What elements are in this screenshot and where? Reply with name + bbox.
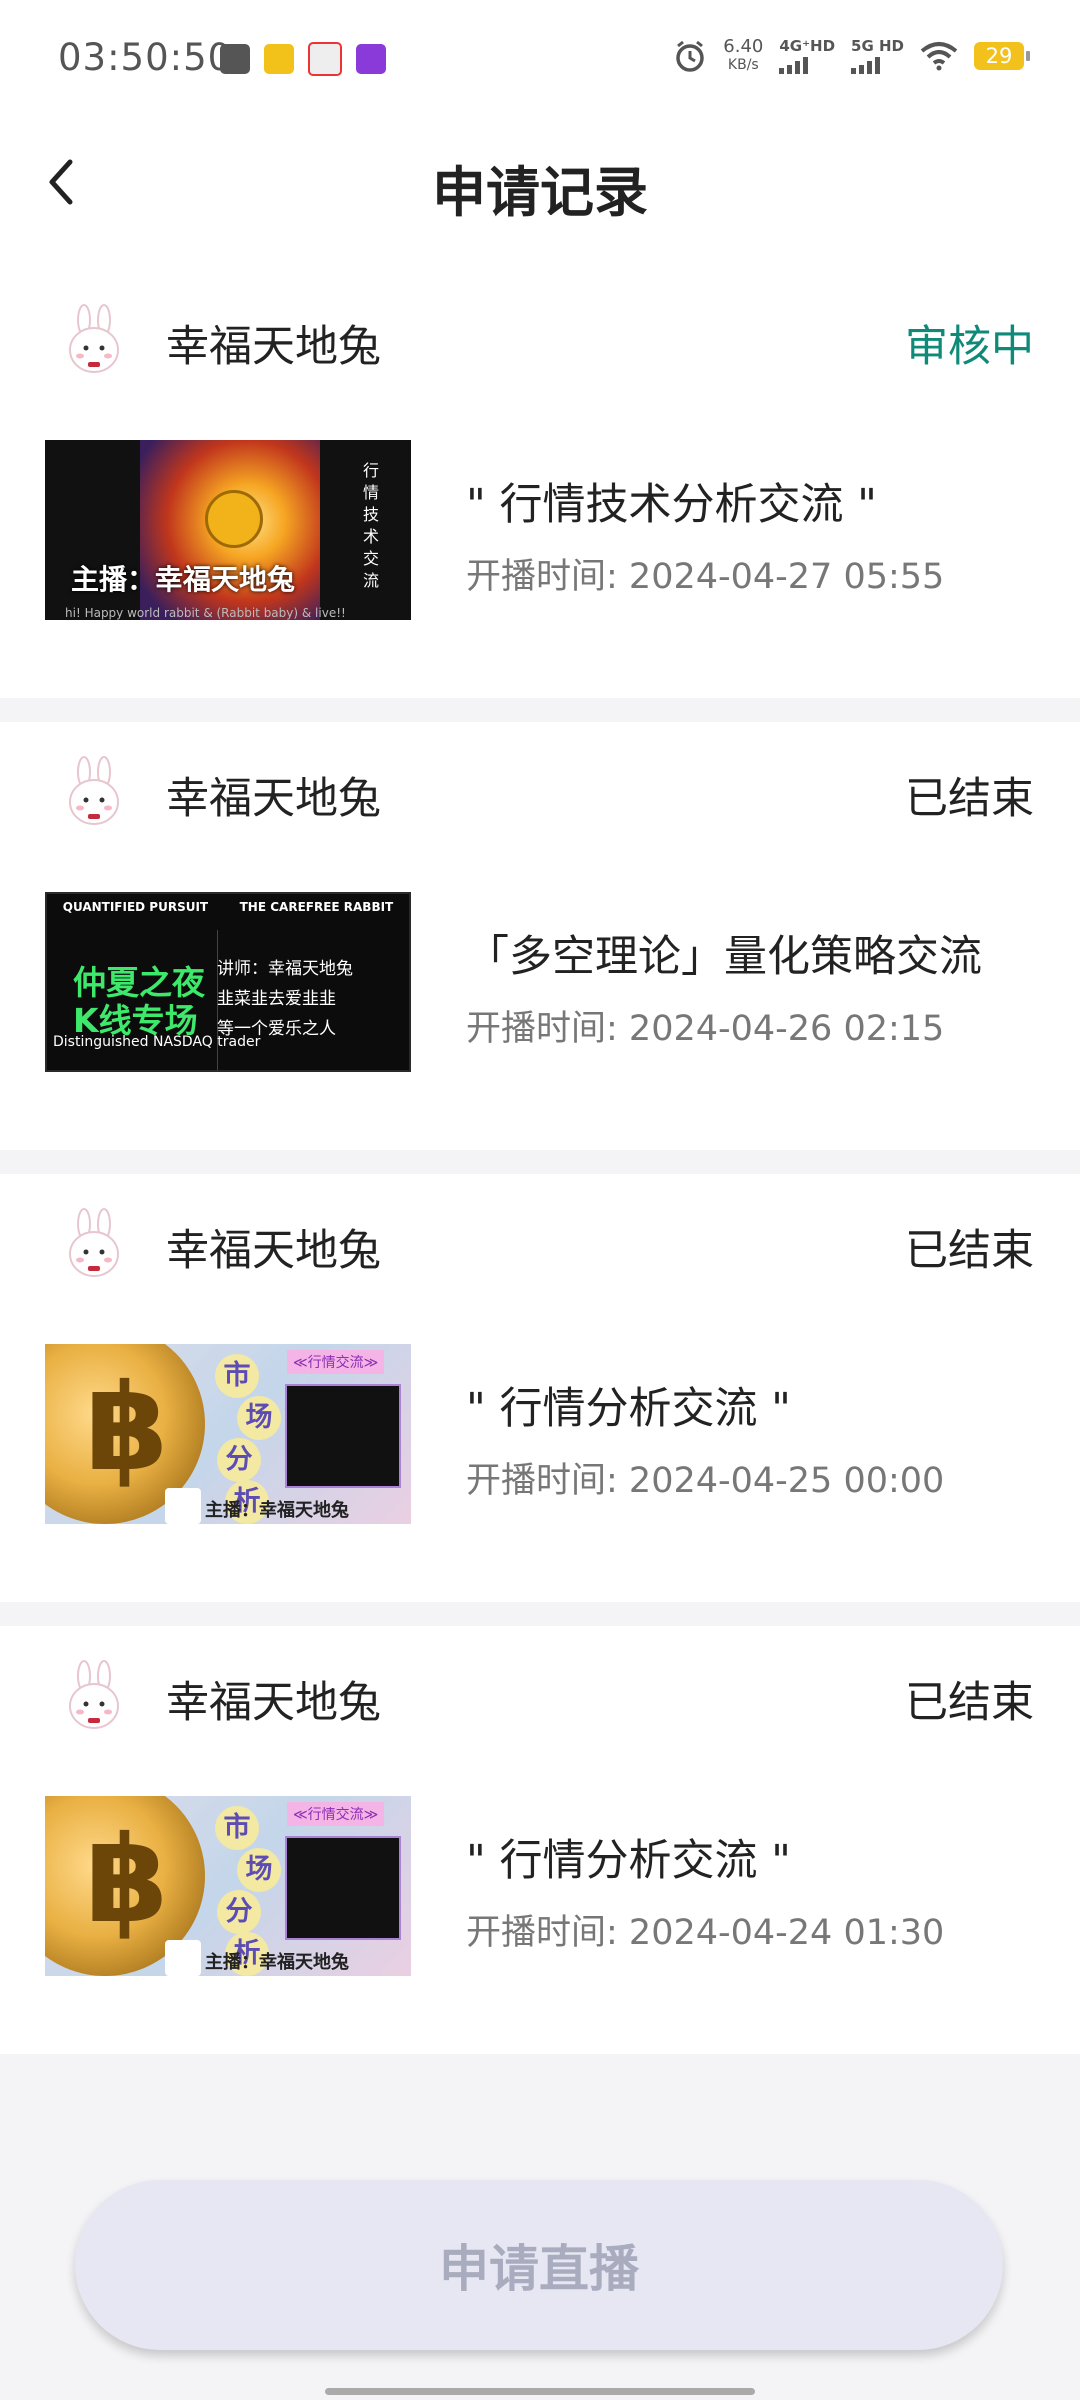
start-time: 开播时间: 2024-04-26 02:15 (466, 1000, 944, 1051)
home-indicator[interactable] (325, 2388, 755, 2395)
thumbnail-caption: 主播：幸福天地兔 (71, 563, 296, 596)
alarm-icon (676, 40, 705, 72)
app-header: 申请记录 (0, 120, 1080, 270)
thumbnail-right-text: 讲师：幸福天地兔 韭菜韭去爱韭韭 等一个爱乐之人 (217, 959, 353, 1039)
rabbit-avatar-icon (69, 756, 119, 825)
thumbnail-bubble: 场 (237, 1848, 281, 1892)
host-name: 幸福天地兔 (166, 322, 381, 372)
signal-bars-icon (779, 56, 835, 74)
record-card[interactable]: 幸福天地兔 已结束 ฿ 市 场 分 析 ≪行情交流≫ 主播：幸福天地兔 " 行情… (0, 1174, 1080, 1602)
rabbit-avatar-icon (69, 1660, 119, 1729)
thumbnail-host: 主播：幸福天地兔 (205, 1952, 349, 1973)
start-time-value: 2024-04-25 00:00 (628, 1461, 945, 1501)
stream-title: " 行情分析交流 " (466, 1384, 791, 1434)
thumbnail-bubble: 场 (237, 1396, 281, 1440)
stream-thumbnail: QUANTIFIED PURSUIT THE CAREFREE RABBIT 仲夏… (45, 892, 411, 1072)
status-badge: 已结束 (905, 1678, 1034, 1728)
thumbnail-headline: 仲夏之夜 K线专场 (73, 963, 205, 1040)
status-bar: 03:50:50 6.40 KB/s 4G⁺HD 5G HD 29 (0, 0, 1080, 120)
start-time-label: 开播时间: (466, 1913, 629, 1953)
coin-icon (205, 490, 263, 548)
net-speed-value: 6.40 (723, 36, 764, 57)
hotel-app-icon (356, 44, 386, 74)
signal-bars-icon (851, 56, 904, 74)
start-time: 开播时间: 2024-04-25 00:00 (466, 1452, 944, 1503)
battery-indicator: 29 (974, 42, 1030, 70)
thumbnail-subtitle: Distinguished NASDAQ trader (53, 1034, 261, 1050)
thumbnail-top-right: THE CAREFREE RABBIT (239, 900, 394, 914)
thumbnail-top-left: QUANTIFIED PURSUIT (62, 900, 209, 914)
start-time-value: 2024-04-24 01:30 (628, 1913, 945, 1953)
stream-title: " 行情技术分析交流 " (466, 480, 877, 530)
map-pin-icon (308, 42, 342, 76)
start-time: 开播时间: 2024-04-27 05:55 (466, 548, 944, 599)
thumbnail-tag: ≪行情交流≫ (287, 1802, 385, 1826)
start-time-value: 2024-04-26 02:15 (628, 1009, 945, 1049)
net-speed-unit: KB/s (727, 57, 759, 73)
status-time: 03:50:50 (58, 36, 233, 79)
rabbit-avatar-icon (69, 304, 119, 373)
signal-2-label: 5G HD (851, 36, 904, 55)
status-badge: 已结束 (905, 1226, 1034, 1276)
stream-title: 「多空理论」量化策略交流 (466, 932, 982, 982)
thumbnail-host: 主播：幸福天地兔 (205, 1500, 349, 1521)
start-time-value: 2024-04-27 05:55 (628, 557, 945, 597)
page-title: 申请记录 (432, 161, 648, 224)
signal-1-label: 4G⁺HD (779, 36, 836, 55)
thumbnail-tag: ≪行情交流≫ (287, 1350, 385, 1374)
start-time-label: 开播时间: (466, 1009, 629, 1049)
signal-2: 5G HD (851, 36, 904, 74)
apply-live-button[interactable]: 申请直播 (75, 2180, 1003, 2350)
thumbnail-bubble: 市 (215, 1806, 259, 1850)
record-card[interactable]: 幸福天地兔 已结束 ฿ 市 场 分 析 ≪行情交流≫ 主播：幸福天地兔 " 行情… (0, 1626, 1080, 2054)
thumbnail-ticker: hi! Happy world rabbit & (Rabbit baby) &… (65, 606, 346, 620)
signal-1: 4G⁺HD (779, 36, 836, 74)
chart-panel (285, 1836, 401, 1940)
wifi-icon (920, 42, 958, 71)
status-right: 6.40 KB/s 4G⁺HD 5G HD 29 (673, 36, 1030, 74)
thumbnail-bubble: 分 (217, 1438, 261, 1482)
net-speed: 6.40 KB/s (723, 38, 763, 74)
stream-thumbnail: ฿ 市 场 分 析 ≪行情交流≫ 主播：幸福天地兔 (45, 1344, 411, 1524)
host-name: 幸福天地兔 (166, 1226, 381, 1276)
notification-icons (220, 42, 386, 76)
stream-thumbnail: 行情技术交流 主播：幸福天地兔 hi! Happy world rabbit &… (45, 440, 411, 620)
record-card[interactable]: 幸福天地兔 审核中 行情技术交流 主播：幸福天地兔 hi! Happy worl… (0, 270, 1080, 698)
stream-title: " 行情分析交流 " (466, 1836, 791, 1886)
start-time-label: 开播时间: (466, 557, 629, 597)
start-time-label: 开播时间: (466, 1461, 629, 1501)
status-badge: 已结束 (905, 774, 1034, 824)
calendar-icon (220, 44, 250, 74)
status-badge: 审核中 (905, 322, 1034, 372)
stream-thumbnail: ฿ 市 场 分 析 ≪行情交流≫ 主播：幸福天地兔 (45, 1796, 411, 1976)
start-time: 开播时间: 2024-04-24 01:30 (466, 1904, 944, 1955)
thumbnail-vertical-text: 行情技术交流 (363, 461, 380, 590)
record-card[interactable]: 幸福天地兔 已结束 QUANTIFIED PURSUIT THE CAREFREE… (0, 722, 1080, 1150)
host-name: 幸福天地兔 (166, 1678, 381, 1728)
rabbit-avatar-icon (69, 1208, 119, 1277)
chart-panel (285, 1384, 401, 1488)
host-name: 幸福天地兔 (166, 774, 381, 824)
rabbit-app-icon (264, 44, 294, 74)
thumbnail-bubble: 分 (217, 1890, 261, 1934)
thumbnail-bubble: 市 (215, 1354, 259, 1398)
